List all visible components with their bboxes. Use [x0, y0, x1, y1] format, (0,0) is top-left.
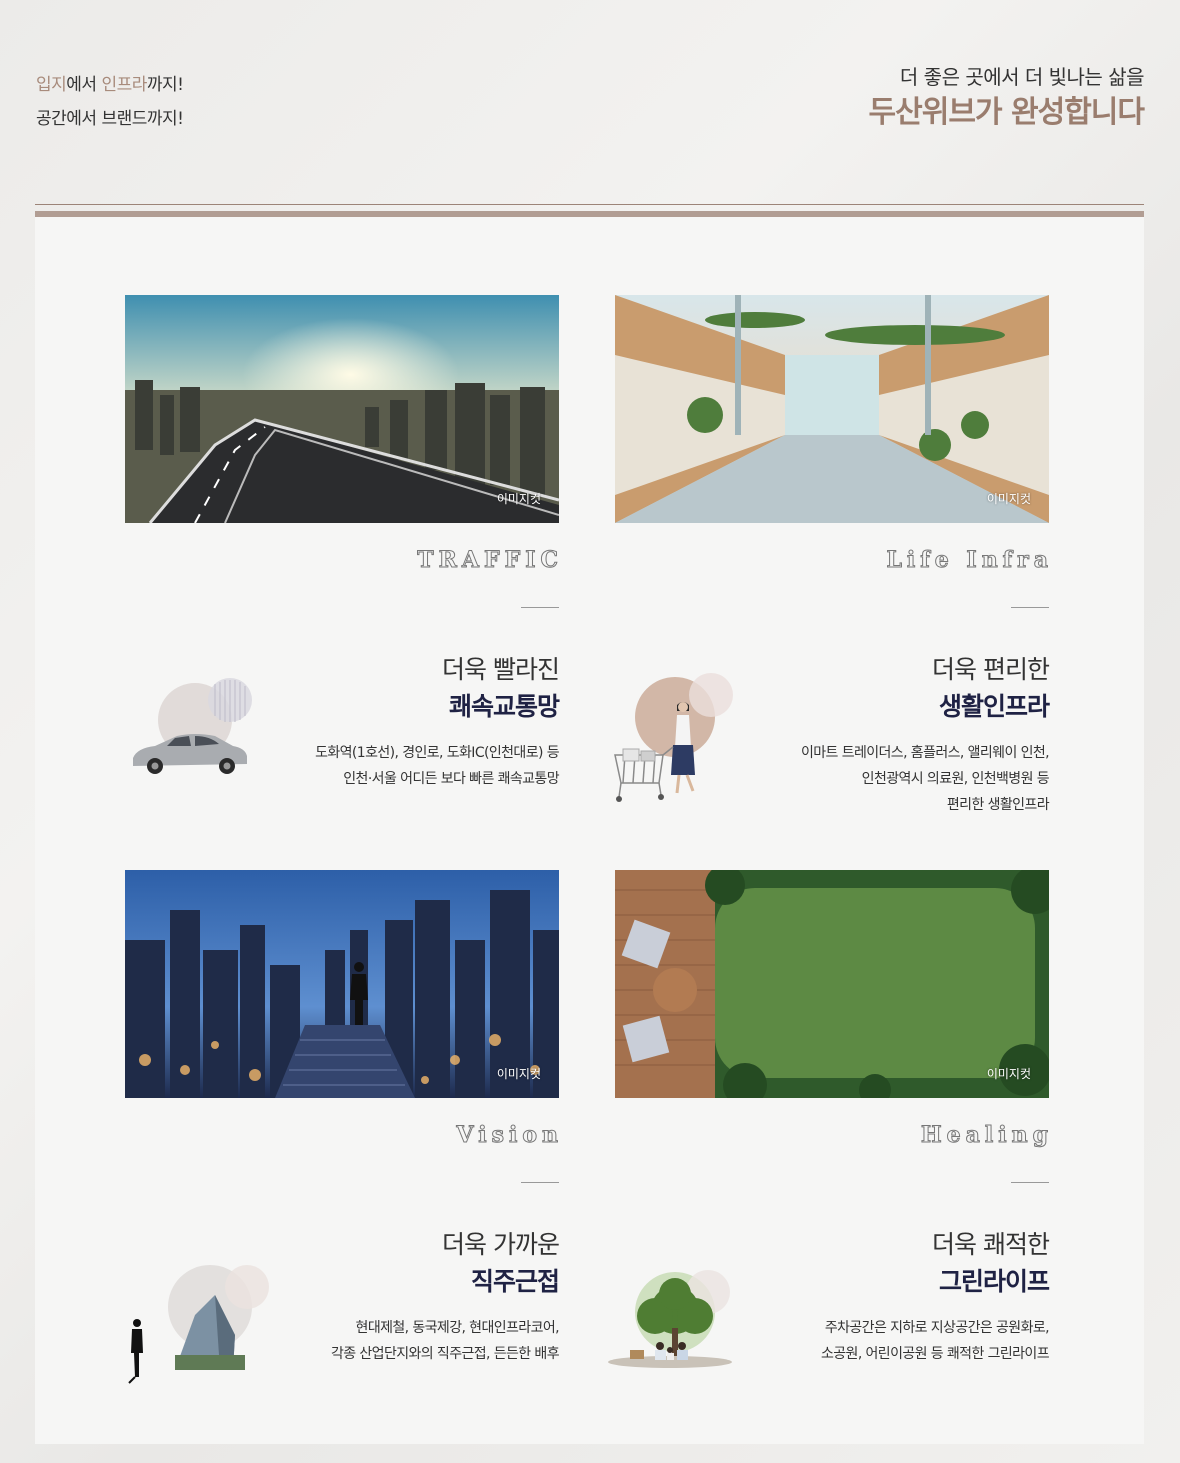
desc-line: 도화역(1호선), 경인로, 도화IC(인천대로) 등 [315, 745, 560, 761]
header-left-line1: 입지에서 인프라까지! [36, 68, 184, 102]
header-left: 입지에서 인프라까지! 공간에서 브랜드까지! [36, 68, 184, 136]
card-description: 이마트 트레이더스, 홈플러스, 앨리웨이 인천, 인천광역시 의료원, 인천백… [801, 740, 1050, 818]
header-subtitle: 더 좋은 곳에서 더 빛나는 삶을 [899, 65, 1145, 89]
vision-photo: 이미지컷 [125, 870, 559, 1098]
header-main-title: 두산위브가 완성합니다 [868, 95, 1145, 130]
card-description: 주차공간은 지하로 지상공간은 공원화로, 소공원, 어린이공원 등 쾌적한 그… [820, 1315, 1050, 1367]
desc-line: 각종 산업단지와의 직주근접, 든든한 배후 [330, 1346, 560, 1362]
life-infra-photo: 이미지컷 [615, 295, 1049, 523]
eng-label: TRAFFIC [417, 547, 563, 574]
card-title-line2: 직주근접 [470, 1267, 560, 1296]
desc-line: 주차공간은 지하로 지상공간은 공원화로, [824, 1320, 1050, 1336]
eng-label: Healing [920, 1122, 1053, 1149]
desc-line: 소공원, 어린이공원 등 쾌적한 그린라이프 [820, 1346, 1050, 1362]
header-accent-location: 입지 [36, 75, 67, 95]
shopping-illustration [605, 673, 765, 805]
header-text: 까지! [146, 75, 184, 95]
header-left-line2: 공간에서 브랜드까지! [36, 109, 184, 129]
header-text: 에서 [66, 75, 102, 95]
card-title-line2: 생활인프라 [938, 692, 1050, 721]
short-divider [521, 1182, 559, 1183]
image-cut-label: 이미지컷 [986, 1067, 1031, 1081]
desc-line: 편리한 생활인프라 [946, 797, 1050, 813]
card-description: 현대제철, 동국제강, 현대인프라코어, 각종 산업단지와의 직주근접, 든든한… [330, 1315, 560, 1367]
desc-line: 현대제철, 동국제강, 현대인프라코어, [355, 1320, 560, 1336]
traffic-photo: 이미지컷 [125, 295, 559, 523]
short-divider [521, 607, 559, 608]
content-panel: 이미지컷 TRAFFIC 더욱 빨라진 쾌속교통망 도화역(1호선), 경인로,… [35, 217, 1144, 1444]
image-cut-label: 이미지컷 [496, 1067, 541, 1081]
image-cut-label: 이미지컷 [496, 492, 541, 506]
family-picnic-illustration [590, 1250, 750, 1380]
short-divider [1011, 1182, 1049, 1183]
desc-line: 인천광역시 의료원, 인천백병원 등 [861, 771, 1050, 787]
card-title-line2: 쾌속교통망 [448, 692, 560, 721]
card-title-line1: 더욱 편리한 [932, 655, 1050, 684]
card-title-line2: 그린라이프 [938, 1267, 1050, 1296]
car-illustration [115, 678, 275, 810]
header-accent-infra: 인프라 [101, 75, 147, 95]
header-right: 더 좋은 곳에서 더 빛나는 삶을 두산위브가 완성합니다 [868, 62, 1145, 134]
short-divider [1011, 607, 1049, 608]
divider-thin [35, 204, 1144, 205]
desc-line: 인천·서울 어디든 보다 빠른 쾌속교통망 [343, 771, 559, 787]
businessman-illustration [115, 1265, 275, 1395]
healing-photo: 이미지컷 [615, 870, 1049, 1098]
card-title-line1: 더욱 빨라진 [442, 655, 560, 684]
desc-line: 이마트 트레이더스, 홈플러스, 앨리웨이 인천, [801, 745, 1050, 761]
eng-label: Vision [456, 1122, 563, 1149]
card-title-line1: 더욱 쾌적한 [932, 1230, 1050, 1259]
image-cut-label: 이미지컷 [986, 492, 1031, 506]
card-title-line1: 더욱 가까운 [442, 1230, 560, 1259]
card-description: 도화역(1호선), 경인로, 도화IC(인천대로) 등 인천·서울 어디든 보다… [315, 740, 560, 792]
eng-label: Life Infra [886, 547, 1053, 574]
